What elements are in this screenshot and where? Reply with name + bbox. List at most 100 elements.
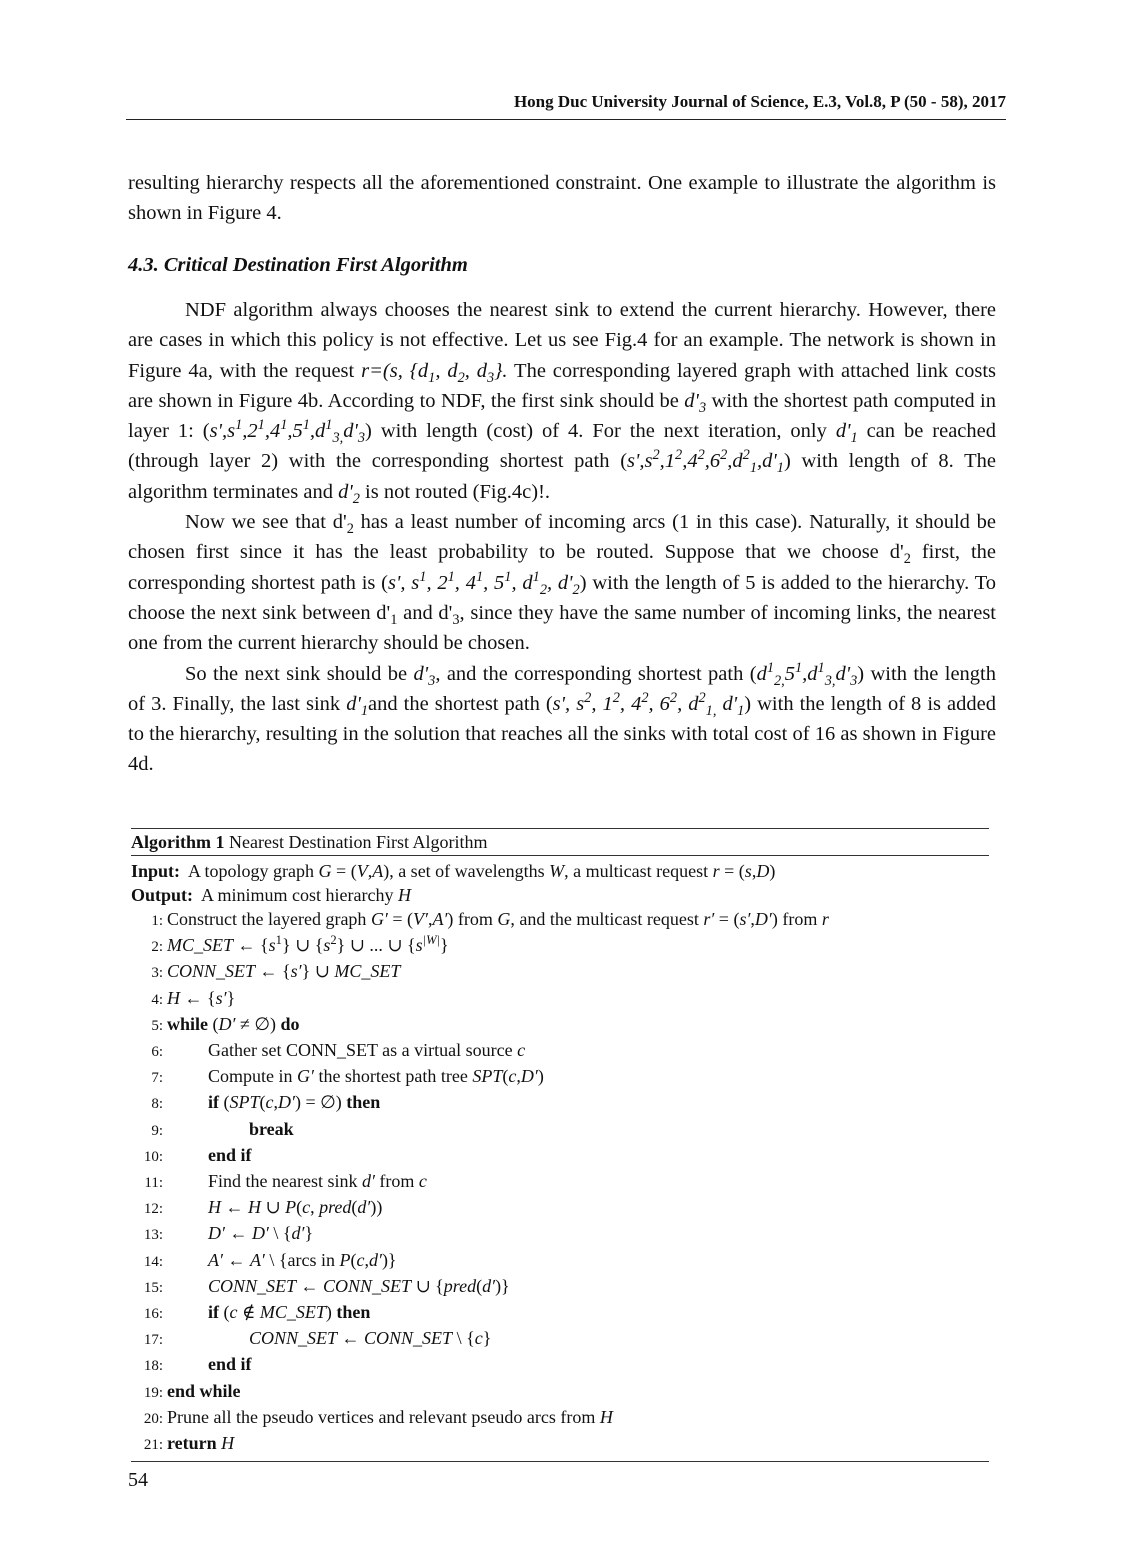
algorithm-line: 17: CONN_SET ← CONN_SET \ {c} bbox=[131, 1326, 989, 1352]
text-run: H bbox=[208, 1197, 221, 1218]
text-run: d′ bbox=[482, 1275, 496, 1296]
algorithm-input: Input: A topology graph G = (V,A), a set… bbox=[131, 856, 989, 883]
line-number: 7: bbox=[151, 1070, 163, 1087]
text-run: s′ bbox=[739, 909, 751, 929]
text-run: Compute in bbox=[208, 1066, 297, 1087]
text-run: Construct the layered graph bbox=[167, 909, 371, 929]
text-run: is not routed (Fig.4c)!. bbox=[359, 480, 551, 503]
text-run: = ( bbox=[387, 909, 414, 929]
text-run: s',s bbox=[627, 450, 653, 473]
text-run: ,d' bbox=[757, 450, 777, 473]
text-run: s', s bbox=[552, 692, 585, 715]
superscript: 1 bbox=[447, 568, 455, 585]
superscript: 1 bbox=[766, 659, 774, 676]
line-code: end if bbox=[208, 1352, 252, 1376]
text-run: ) = ∅) bbox=[294, 1092, 347, 1113]
text-run: d' bbox=[413, 662, 429, 685]
text-run: resulting hierarchy respects all the afo… bbox=[128, 172, 996, 225]
line-code: Compute in G′ the shortest path tree SPT… bbox=[208, 1064, 544, 1088]
text-run: Gather set CONN_SET as a virtual source bbox=[208, 1040, 518, 1061]
line-number: 19: bbox=[143, 1384, 163, 1401]
superscript: 2 bbox=[742, 447, 750, 464]
text-run: end if bbox=[208, 1144, 252, 1165]
line-number: 5: bbox=[151, 1017, 163, 1034]
text-run: d' bbox=[346, 692, 361, 715]
text-run: P bbox=[285, 1197, 297, 1218]
text-run: ( bbox=[208, 1013, 219, 1034]
page-number: 54 bbox=[128, 1469, 148, 1491]
algorithm-line: 16: if (c ∉ MC_SET) then bbox=[131, 1300, 989, 1326]
text-run: H bbox=[167, 987, 180, 1008]
line-code: MC_SET ← {s1} ∪ {s2} ∪ ... ∪ {s|W|} bbox=[167, 933, 449, 957]
text-run: end while bbox=[167, 1380, 241, 1401]
superscript: 1 bbox=[817, 659, 825, 676]
text-run: ← bbox=[221, 1197, 248, 1218]
subscript: 2 bbox=[352, 490, 360, 507]
text-run: d' bbox=[716, 692, 738, 715]
text-run: CONN_SET bbox=[208, 1275, 297, 1296]
text-run: MC_SET bbox=[334, 961, 401, 982]
text-run: ,d bbox=[309, 420, 326, 443]
text-run: } ∪ bbox=[301, 961, 335, 982]
text-run: d' bbox=[343, 420, 358, 443]
text-run: Find the nearest sink bbox=[208, 1171, 362, 1192]
text-run: c bbox=[517, 1040, 526, 1061]
text-run: W bbox=[549, 861, 565, 881]
output-text: A minimum cost hierarchy H bbox=[201, 885, 411, 905]
line-code: Construct the layered graph G′ = (V′,A′)… bbox=[167, 907, 829, 931]
superscript: |W| bbox=[422, 933, 441, 948]
subscript: 2 bbox=[346, 521, 354, 538]
text-run: So the next sink should be bbox=[185, 662, 414, 685]
text-run: A topology graph bbox=[188, 861, 319, 881]
text-run: ,5 bbox=[287, 420, 303, 443]
text-run: break bbox=[249, 1118, 294, 1139]
text-run: ) with length (cost) of 4. For the next … bbox=[365, 420, 836, 443]
text-run: ) bbox=[537, 1066, 544, 1087]
text-run: , 2 bbox=[426, 571, 448, 594]
text-run: d′ bbox=[361, 1171, 375, 1192]
text-run: ,6 bbox=[704, 450, 721, 473]
text-run: MC_SET bbox=[167, 935, 234, 956]
text-run: Now we see that d' bbox=[185, 511, 347, 534]
line-code: Gather set CONN_SET as a virtual source … bbox=[208, 1038, 525, 1062]
algorithm-line: 7: Compute in G′ the shortest path tree S… bbox=[131, 1064, 989, 1090]
text-run: H bbox=[398, 885, 411, 905]
superscript: 2 bbox=[612, 690, 620, 707]
algorithm-caption: Algorithm 1 Nearest Destination First Al… bbox=[131, 829, 989, 855]
text-run: s′ bbox=[215, 987, 227, 1008]
text-run: )} bbox=[381, 1249, 397, 1270]
text-run: ,4 bbox=[264, 420, 281, 443]
algorithm-box: Algorithm 1 Nearest Destination First Al… bbox=[131, 828, 989, 1463]
line-number: 18: bbox=[143, 1358, 163, 1375]
text-run: ∉ bbox=[237, 1302, 260, 1323]
text-run: ( bbox=[219, 1302, 230, 1323]
text-run: ,2 bbox=[242, 420, 258, 443]
text-run: r′ bbox=[703, 909, 715, 929]
algorithm-line: 12: H ← H ∪ P(c, pred(d′)) bbox=[131, 1195, 989, 1221]
text-run: ← { bbox=[255, 961, 291, 982]
text-run: ← bbox=[222, 1249, 250, 1270]
text-run: A′ bbox=[432, 909, 448, 929]
algorithm-line: 15: CONN_SET ← CONN_SET ∪ {pred(d′)} bbox=[131, 1274, 989, 1300]
subscript: 1 bbox=[360, 702, 369, 719]
text-run: , d' bbox=[546, 571, 573, 594]
text-run: } ∪ ... ∪ { bbox=[336, 935, 416, 956]
text-run: and the shortest path ( bbox=[368, 692, 553, 715]
text-run: V bbox=[356, 861, 368, 881]
line-number: 6: bbox=[151, 1044, 163, 1061]
text-run: A minimum cost hierarchy bbox=[201, 885, 398, 905]
paragraph: NDF algorithm always chooses the nearest… bbox=[128, 295, 996, 507]
text-run: } bbox=[440, 935, 449, 956]
text-run: c bbox=[229, 1302, 238, 1323]
line-code: A′ ← A′ \ {arcs in P(c,d′)} bbox=[208, 1248, 397, 1272]
text-run: d' bbox=[835, 662, 851, 685]
input-text: A topology graph G = (V,A), a set of wav… bbox=[188, 861, 775, 881]
text-run: , 6 bbox=[648, 692, 670, 715]
text-run: G bbox=[318, 861, 332, 881]
text-run: c bbox=[302, 1197, 311, 1218]
algorithm-line: 13: D′ ← D′ \ {d′} bbox=[131, 1221, 989, 1247]
text-run: then bbox=[346, 1092, 381, 1113]
algorithm-line: 4: H ← {s′} bbox=[131, 986, 989, 1012]
algorithm-line: 20: Prune all the pseudo vertices and rel… bbox=[131, 1405, 989, 1431]
text-run: s', s bbox=[388, 571, 420, 594]
